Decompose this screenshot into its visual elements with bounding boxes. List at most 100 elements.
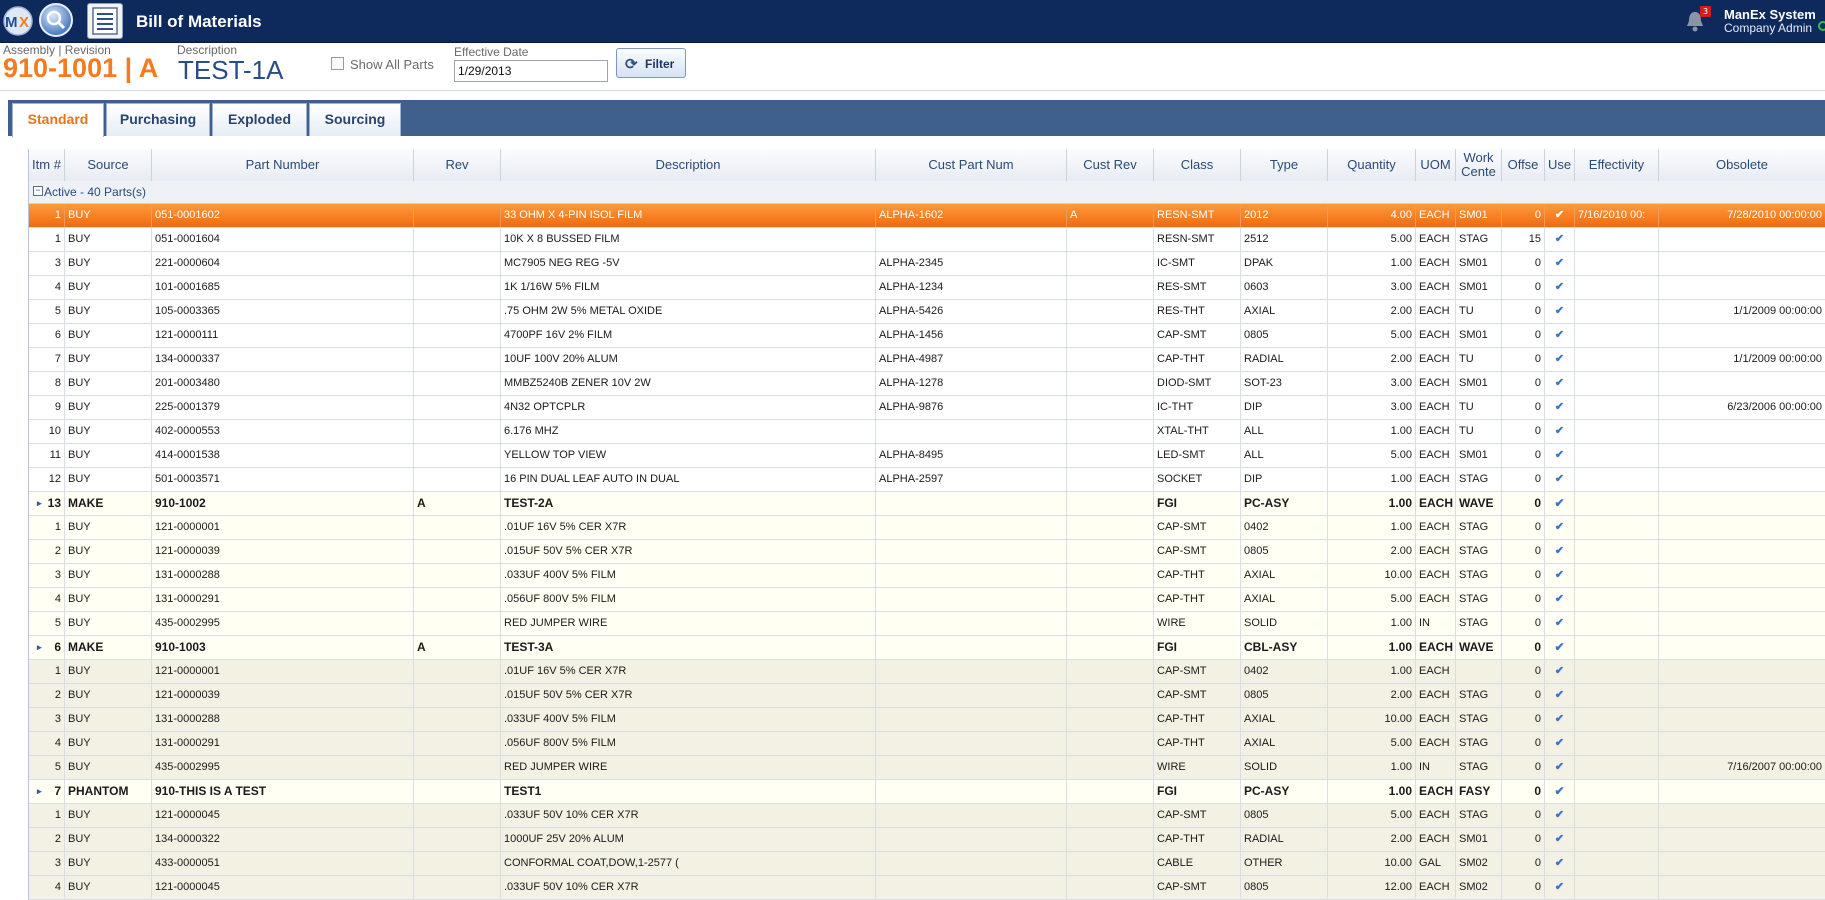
table-row[interactable]: 11 BUY 414-0001538 YELLOW TOP VIEW ALPHA-849… (29, 444, 1825, 468)
item-number: 6 (54, 640, 61, 654)
column-header[interactable]: Obsolete (1659, 149, 1825, 181)
cell-crev (1067, 588, 1154, 611)
cell-type: 2012 (1241, 204, 1328, 227)
table-row-selected[interactable]: 1 BUY 051-0001602 33 OHM X 4-PIN ISOL FILM A… (29, 204, 1825, 228)
cell-cpn (876, 780, 1067, 803)
table-row-assembly[interactable]: ▸ 6 MAKE 910-1003 A TEST-3A FGI CBL-ASY 1.00 EACH… (29, 636, 1825, 660)
cell-desc: 1K 1/16W 5% FILM (501, 276, 876, 299)
column-header[interactable]: Itm # (29, 149, 65, 181)
column-header[interactable]: UOM (1416, 149, 1456, 181)
column-header[interactable]: Description (501, 149, 876, 181)
cell-off: 0 (1502, 420, 1545, 443)
table-row[interactable]: 1 BUY 121-0000001 .01UF 16V 5% CER X7R CAP-S… (29, 660, 1825, 684)
cell-off: 0 (1502, 732, 1545, 755)
cell-pn: 435-0002995 (152, 612, 414, 635)
table-row[interactable]: 3 BUY 433-0000051 CONFORMAL COAT,DOW,1-2577… (29, 852, 1825, 876)
table-row[interactable]: 4 BUY 131-0000291 .056UF 800V 5% FILM CAP-TH… (29, 588, 1825, 612)
table-row-assembly[interactable]: ▸ 13 MAKE 910-1002 A TEST-2A FGI PC-ASY 1.00 EACH… (29, 492, 1825, 516)
expand-icon[interactable]: ▸ (37, 492, 42, 515)
table-row[interactable]: 3 BUY 131-0000288 .033UF 400V 5% FILM CAP-TH… (29, 564, 1825, 588)
table-row[interactable]: 1 BUY 051-0001604 10K X 8 BUSSED FILM RESN-S… (29, 228, 1825, 252)
cell-crev (1067, 876, 1154, 899)
cell-cpn: ALPHA-8495 (876, 444, 1067, 467)
table-row[interactable]: 4 BUY 101-0001685 1K 1/16W 5% FILM ALPHA-123… (29, 276, 1825, 300)
table-row[interactable]: 1 BUY 121-0000001 .01UF 16V 5% CER X7R CAP-S… (29, 516, 1825, 540)
column-header[interactable]: Work Cente (1456, 149, 1502, 181)
table-row[interactable]: 3 BUY 131-0000288 .033UF 400V 5% FILM CAP-TH… (29, 708, 1825, 732)
column-header[interactable]: Rev (414, 149, 501, 181)
column-header[interactable]: Type (1241, 149, 1328, 181)
expand-icon[interactable]: ▸ (37, 780, 42, 803)
cell-uom: EACH (1416, 252, 1456, 275)
cell-wc: TU (1456, 420, 1502, 443)
table-row[interactable]: 4 BUY 121-0000045 .033UF 50V 10% CER X7R CAP… (29, 876, 1825, 900)
table-row[interactable]: 3 BUY 221-0000604 MC7905 NEG REG -5V ALPHA-2… (29, 252, 1825, 276)
use-check-icon: ✔ (1545, 708, 1575, 731)
table-row[interactable]: 12 BUY 501-0003571 16 PIN DUAL LEAF AUTO IN… (29, 468, 1825, 492)
table-row[interactable]: 5 BUY 435-0002995 RED JUMPER WIRE WIRE SOLID 1… (29, 756, 1825, 780)
cell-qty: 1.00 (1328, 660, 1416, 683)
cell-pn: 121-0000001 (152, 516, 414, 539)
cell-obs (1659, 492, 1825, 515)
table-row[interactable]: 2 BUY 121-0000039 .015UF 50V 5% CER X7R CAP-… (29, 684, 1825, 708)
cell-qty: 1.00 (1328, 420, 1416, 443)
column-header[interactable]: Use (1545, 149, 1575, 181)
table-row[interactable]: 2 BUY 121-0000039 .015UF 50V 5% CER X7R CAP-… (29, 540, 1825, 564)
cell-itm: 3 (29, 708, 65, 731)
cell-desc: 4N32 OPTCPLR (501, 396, 876, 419)
filter-button[interactable]: ⟳ Filter (616, 48, 686, 78)
cell-uom: EACH (1416, 396, 1456, 419)
table-row[interactable]: 8 BUY 201-0003480 MMBZ5240B ZENER 10V 2W ALP… (29, 372, 1825, 396)
cell-desc: 16 PIN DUAL LEAF AUTO IN DUAL (501, 468, 876, 491)
cell-cls: CAP-SMT (1154, 804, 1241, 827)
table-row[interactable]: 7 BUY 134-0000337 10UF 100V 20% ALUM ALPHA-4… (29, 348, 1825, 372)
effective-date-input[interactable] (454, 60, 608, 82)
cell-src: PHANTOM (65, 780, 152, 803)
cell-itm: 9 (29, 396, 65, 419)
cell-desc: .75 OHM 2W 5% METAL OXIDE (501, 300, 876, 323)
cell-wc: STAG (1456, 804, 1502, 827)
tab-standard[interactable]: Standard (12, 103, 104, 137)
table-row[interactable]: 6 BUY 121-0000111 4700PF 16V 2% FILM ALPHA-1… (29, 324, 1825, 348)
column-header[interactable]: Cust Rev (1067, 149, 1154, 181)
cell-cls: CAP-THT (1154, 732, 1241, 755)
cell-qty: 3.00 (1328, 276, 1416, 299)
cell-cls: CAP-THT (1154, 348, 1241, 371)
column-header[interactable]: Effectivity (1575, 149, 1659, 181)
column-header[interactable]: Class (1154, 149, 1241, 181)
manex-logo[interactable]: M X (2, 6, 34, 36)
column-header[interactable]: Quantity (1328, 149, 1416, 181)
check-icon: ✔ (1554, 401, 1565, 413)
column-header[interactable]: Offse (1502, 149, 1545, 181)
table-row[interactable]: 10 BUY 402-0000553 6.176 MHZ XTAL-THT ALL 1.00… (29, 420, 1825, 444)
column-header[interactable]: Cust Part Num (876, 149, 1067, 181)
group-row-active[interactable]: − Active - 40 Parts(s) (29, 181, 1825, 204)
cell-cpn: ALPHA-9876 (876, 396, 1067, 419)
table-row[interactable]: 4 BUY 131-0000291 .056UF 800V 5% FILM CAP-TH… (29, 732, 1825, 756)
cell-eff (1575, 252, 1659, 275)
table-row[interactable]: 5 BUY 105-0003365 .75 OHM 2W 5% METAL OXIDE… (29, 300, 1825, 324)
tab-sourcing[interactable]: Sourcing (309, 103, 401, 136)
cell-cpn: ALPHA-1602 (876, 204, 1067, 227)
cell-wc: STAG (1456, 564, 1502, 587)
cell-item: ▸ 7 (29, 780, 65, 803)
show-all-parts-checkbox[interactable] (331, 57, 344, 70)
collapse-icon[interactable]: − (33, 186, 43, 196)
cell-pn: 121-0000045 (152, 804, 414, 827)
bom-list-icon[interactable] (87, 3, 123, 39)
column-header[interactable]: Part Number (152, 149, 414, 181)
column-header[interactable]: Source (65, 149, 152, 181)
search-icon[interactable] (39, 3, 73, 37)
table-row[interactable]: 9 BUY 225-0001379 4N32 OPTCPLR ALPHA-9876 IC-… (29, 396, 1825, 420)
tab-exploded[interactable]: Exploded (212, 103, 307, 136)
cell-rev (414, 828, 501, 851)
tab-purchasing[interactable]: Purchasing (106, 103, 210, 136)
table-row[interactable]: 2 BUY 134-0000322 1000UF 25V 20% ALUM CAP-TH… (29, 828, 1825, 852)
table-row-assembly[interactable]: ▸ 7 PHANTOM 910-THIS IS A TEST TEST1 FGI PC-AS… (29, 780, 1825, 804)
expand-icon[interactable]: ▸ (37, 636, 42, 659)
cell-rev (414, 252, 501, 275)
cell-type: SOLID (1241, 756, 1328, 779)
table-row[interactable]: 1 BUY 121-0000045 .033UF 50V 10% CER X7R CAP… (29, 804, 1825, 828)
table-row[interactable]: 5 BUY 435-0002995 RED JUMPER WIRE WIRE SOLID 1… (29, 612, 1825, 636)
user-name[interactable]: ManEx System (1724, 7, 1816, 22)
